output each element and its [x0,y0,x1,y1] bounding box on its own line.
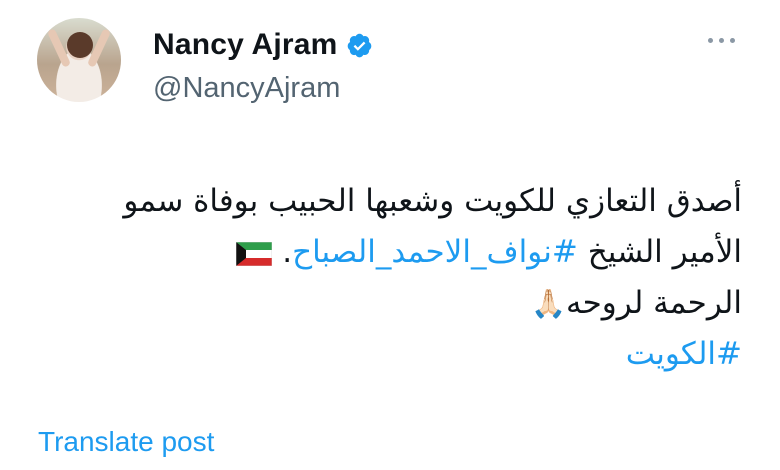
hashtag-nawaf[interactable]: #نواف_الاحمد_الصباح [292,234,578,270]
tweet-line-2: الأمير الشيخ #نواف_الاحمد_الصباح. [22,227,742,278]
verified-badge-icon[interactable] [346,32,373,59]
tweet-line-2-text: الأمير الشيخ [577,234,742,270]
avatar-hair [67,32,93,58]
tweet-line-4: #الكويت [22,329,742,380]
author-name-row: Nancy Ajram [153,28,373,62]
hashtag-kuwait[interactable]: #الكويت [626,336,742,372]
author-name[interactable]: Nancy Ajram [153,28,338,62]
tweet-line-3-text: الرحمة لروحه [565,285,742,321]
more-dot [719,38,724,43]
tweet-line-2-end: . [282,234,293,270]
more-dot [730,38,735,43]
praying-hands-icon: 🙏🏻 [531,287,566,320]
more-dot [708,38,713,43]
tweet-text: أصدق التعازي للكويت وشعبها الحبيب بوفاة … [22,176,742,380]
more-options-icon[interactable] [708,38,735,43]
kuwait-flag-icon [236,241,273,266]
tweet-line-1: أصدق التعازي للكويت وشعبها الحبيب بوفاة … [123,183,742,219]
translate-post-link[interactable]: Translate post [38,426,214,458]
author-handle[interactable]: @NancyAjram [153,72,340,105]
avatar[interactable] [37,18,121,102]
tweet-line-3: الرحمة لروحه🙏🏻 [22,278,742,329]
